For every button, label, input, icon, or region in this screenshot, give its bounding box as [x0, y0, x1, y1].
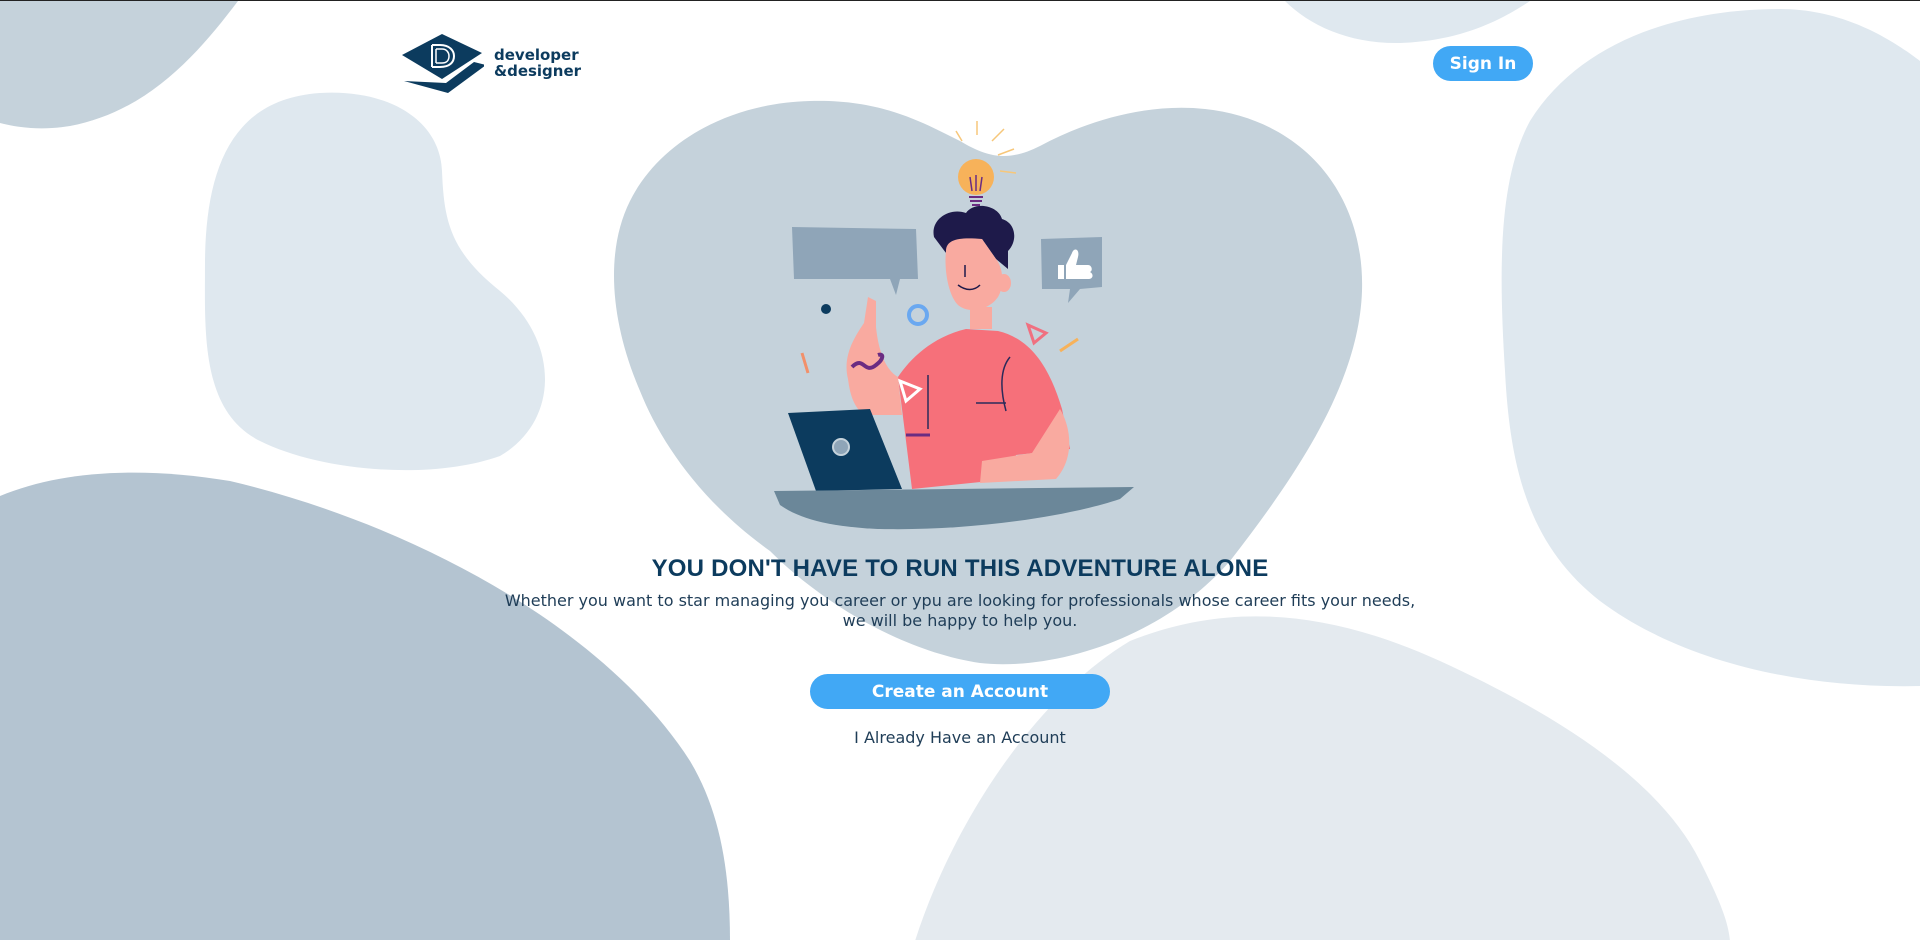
subtitle: Whether you want to star managing you ca…	[460, 591, 1460, 631]
logo-line-1: developer	[494, 46, 579, 64]
subtitle-line-1: Whether you want to star managing you ca…	[504, 591, 1416, 610]
subtitle-line-2: we will be happy to help you.	[842, 611, 1078, 630]
already-have-account: I Already Have an Account	[0, 728, 1920, 747]
hero-illustration	[774, 121, 1134, 530]
thumbs-up-icon	[1041, 237, 1102, 303]
already-have-account-link[interactable]: I Already Have an Account	[854, 728, 1066, 747]
sign-in-button[interactable]: Sign In	[1433, 46, 1533, 81]
landing-page: developer &designer Sign In YOU DON'T HA…	[0, 0, 1920, 940]
logo-line-2: &designer	[494, 62, 582, 80]
speech-bubble-icon	[792, 227, 918, 295]
page-title: YOU DON'T HAVE TO RUN THIS ADVENTURE ALO…	[651, 555, 1269, 582]
create-account-button[interactable]: Create an Account	[810, 674, 1110, 709]
logo-mark-icon	[402, 34, 484, 93]
logo-wordmark: developer &designer	[494, 47, 581, 79]
brand-logo[interactable]: developer &designer	[398, 31, 581, 95]
lightbulb-icon	[958, 159, 994, 206]
